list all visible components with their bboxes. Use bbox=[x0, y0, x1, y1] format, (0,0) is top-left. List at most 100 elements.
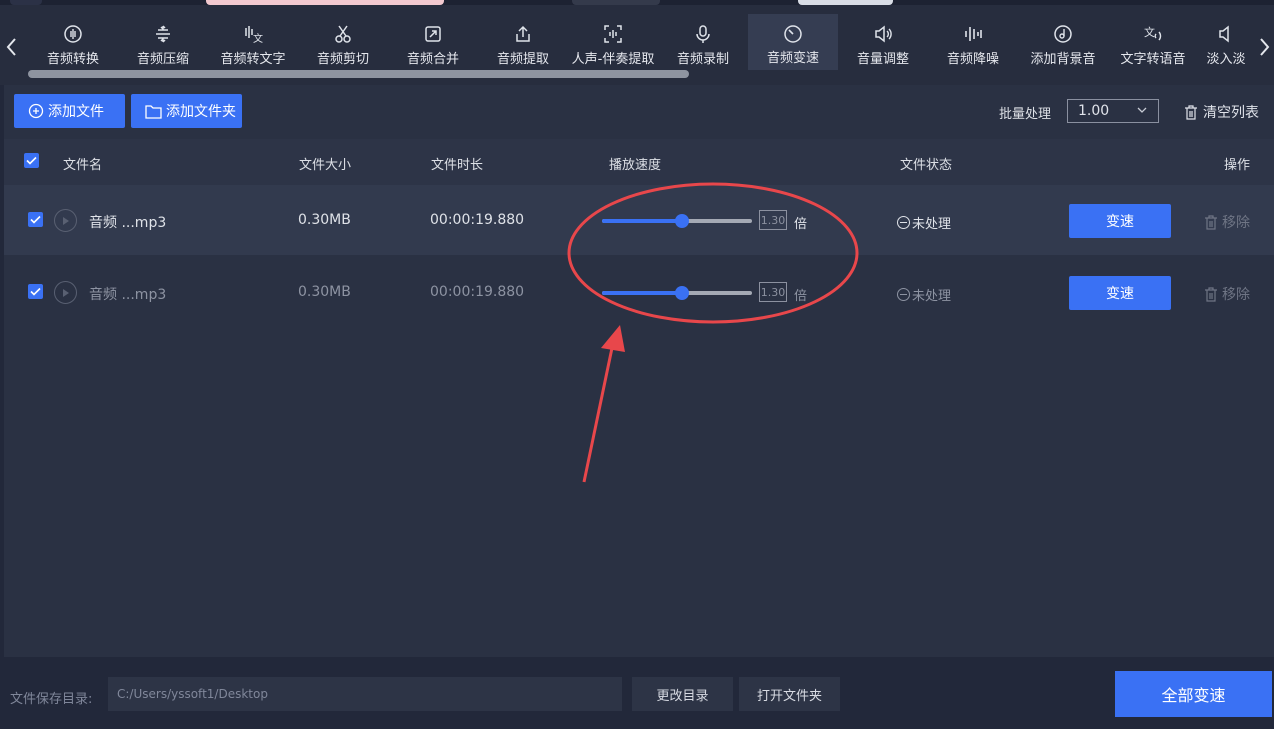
batch-speed-value: 1.00 bbox=[1078, 103, 1110, 119]
change-dir-button[interactable]: 更改目录 bbox=[632, 677, 733, 711]
play-button[interactable] bbox=[54, 209, 77, 232]
tool-text-to-speech[interactable]: 文 文字转语音 bbox=[1108, 15, 1198, 73]
tool-audio-record[interactable]: 音频录制 bbox=[658, 15, 748, 73]
compress-icon bbox=[152, 23, 174, 45]
tool-label: 音频压缩 bbox=[136, 52, 189, 67]
tool-label: 淡入淡 bbox=[1206, 52, 1246, 67]
check-icon bbox=[30, 287, 41, 296]
speed-gauge-icon bbox=[782, 22, 804, 44]
file-size: 0.30MB bbox=[298, 212, 351, 228]
tool-audio-compress[interactable]: 音频压缩 bbox=[118, 15, 208, 73]
clear-list-label: 清空列表 bbox=[1203, 105, 1259, 121]
scroll-left-button[interactable] bbox=[2, 33, 22, 61]
file-duration: 00:00:19.880 bbox=[430, 212, 525, 228]
speed-slider-fill bbox=[602, 291, 682, 295]
tool-audio-convert[interactable]: 音频转换 bbox=[28, 15, 118, 73]
table-row: 音频 ...mp3 0.30MB 00:00:19.880 1.30 倍 未处理… bbox=[4, 185, 1274, 255]
scroll-right-button[interactable] bbox=[1254, 33, 1274, 61]
vocal-extract-icon bbox=[602, 23, 624, 45]
speed-unit: 倍 bbox=[794, 217, 808, 232]
tool-label: 音频转换 bbox=[46, 52, 99, 67]
speed-slider-handle[interactable] bbox=[674, 214, 689, 228]
row-checkbox[interactable] bbox=[28, 212, 43, 227]
open-folder-button[interactable]: 打开文件夹 bbox=[739, 677, 840, 711]
svg-text:文: 文 bbox=[253, 32, 263, 44]
volume-icon bbox=[872, 23, 894, 45]
header-file-duration: 文件时长 bbox=[431, 158, 484, 173]
header-file-name: 文件名 bbox=[63, 158, 103, 173]
remove-button[interactable]: 移除 bbox=[1204, 284, 1250, 304]
file-size: 0.30MB bbox=[298, 284, 351, 300]
clear-list-button[interactable]: 清空列表 bbox=[1184, 102, 1259, 122]
audio-to-text-icon: 文 bbox=[242, 23, 264, 45]
select-all-checkbox[interactable] bbox=[24, 153, 39, 168]
header-play-speed: 播放速度 bbox=[609, 158, 662, 173]
microphone-icon bbox=[692, 23, 714, 45]
file-duration: 00:00:19.880 bbox=[430, 284, 525, 300]
batch-process-label: 批量处理 bbox=[999, 107, 1052, 122]
tool-label: 音频剪切 bbox=[316, 52, 369, 67]
file-name: 音频 ...mp3 bbox=[89, 215, 167, 231]
scissors-icon bbox=[332, 23, 354, 45]
speed-slider[interactable] bbox=[602, 214, 752, 228]
tool-label: 人声-伴奏提取 bbox=[571, 52, 655, 67]
add-file-label: 添加文件 bbox=[48, 104, 104, 120]
fade-icon bbox=[1215, 23, 1237, 45]
file-status: 未处理 bbox=[897, 213, 951, 232]
check-icon bbox=[26, 156, 37, 165]
check-icon bbox=[30, 215, 41, 224]
trash-icon bbox=[1205, 214, 1217, 230]
file-status-label: 未处理 bbox=[912, 289, 952, 304]
music-disc-icon bbox=[1052, 23, 1074, 45]
file-name: 音频 ...mp3 bbox=[89, 287, 167, 303]
tool-audio-to-text[interactable]: 文 音频转文字 bbox=[208, 15, 298, 73]
tool-volume-adjust[interactable]: 音量调整 bbox=[838, 15, 928, 73]
tool-label: 音频转文字 bbox=[220, 52, 286, 67]
svg-text:文: 文 bbox=[1144, 25, 1155, 39]
add-file-button[interactable]: 添加文件 bbox=[14, 94, 125, 128]
file-list-panel: 添加文件 添加文件夹 批量处理 1.00 清空列表 文件名 文件大小 文件时长 … bbox=[4, 85, 1274, 657]
speed-slider-handle[interactable] bbox=[674, 286, 689, 300]
tool-toolbar: 音频转换 音频压缩 文 音频转文字 音频剪切 音频合并 音频提取 人声-伴奏提取… bbox=[0, 5, 1274, 85]
tool-vocal-extract[interactable]: 人声-伴奏提取 bbox=[568, 15, 658, 73]
table-row: 音频 ...mp3 0.30MB 00:00:19.880 1.30 倍 未处理… bbox=[4, 257, 1274, 327]
tool-add-background-music[interactable]: 添加背景音 bbox=[1018, 15, 1108, 73]
add-folder-button[interactable]: 添加文件夹 bbox=[131, 94, 242, 128]
remove-button[interactable]: 移除 bbox=[1204, 212, 1250, 232]
convert-all-button[interactable]: 全部变速 bbox=[1115, 671, 1272, 717]
tool-label: 音频录制 bbox=[676, 52, 729, 67]
tool-audio-denoise[interactable]: 音频降噪 bbox=[928, 15, 1018, 73]
change-speed-button[interactable]: 变速 bbox=[1069, 204, 1171, 238]
speed-unit: 倍 bbox=[794, 289, 808, 304]
trash-icon bbox=[1205, 286, 1217, 302]
tool-label: 添加背景音 bbox=[1030, 52, 1096, 67]
table-header: 文件名 文件大小 文件时长 播放速度 文件状态 操作 bbox=[4, 139, 1274, 185]
play-icon bbox=[62, 288, 69, 297]
speed-value-box[interactable]: 1.30 bbox=[759, 210, 787, 230]
merge-icon bbox=[422, 23, 444, 45]
play-button[interactable] bbox=[54, 281, 77, 304]
tool-audio-cut[interactable]: 音频剪切 bbox=[298, 15, 388, 73]
header-operation: 操作 bbox=[1224, 158, 1251, 173]
change-speed-button[interactable]: 变速 bbox=[1069, 276, 1171, 310]
minus-circle-icon bbox=[897, 288, 910, 301]
row-checkbox[interactable] bbox=[28, 284, 43, 299]
tool-label: 音频合并 bbox=[406, 52, 459, 67]
audio-convert-icon bbox=[62, 23, 84, 45]
extract-icon bbox=[512, 23, 534, 45]
tool-audio-merge[interactable]: 音频合并 bbox=[388, 15, 478, 73]
save-path-field[interactable]: C:/Users/yssoft1/Desktop bbox=[108, 677, 622, 711]
speed-slider[interactable] bbox=[602, 286, 752, 300]
header-file-status: 文件状态 bbox=[900, 158, 953, 173]
add-folder-label: 添加文件夹 bbox=[166, 104, 236, 120]
tool-fade[interactable]: 淡入淡 bbox=[1198, 15, 1254, 73]
trash-icon bbox=[1185, 104, 1197, 120]
speed-value-box[interactable]: 1.30 bbox=[759, 282, 787, 302]
tool-audio-extract[interactable]: 音频提取 bbox=[478, 15, 568, 73]
plus-circle-icon bbox=[28, 103, 44, 119]
tool-audio-speed[interactable]: 音频变速 bbox=[748, 14, 838, 70]
header-file-size: 文件大小 bbox=[299, 158, 352, 173]
toolbar-scrollbar[interactable] bbox=[28, 70, 689, 78]
folder-icon bbox=[145, 104, 162, 119]
batch-speed-select[interactable]: 1.00 bbox=[1067, 99, 1159, 123]
